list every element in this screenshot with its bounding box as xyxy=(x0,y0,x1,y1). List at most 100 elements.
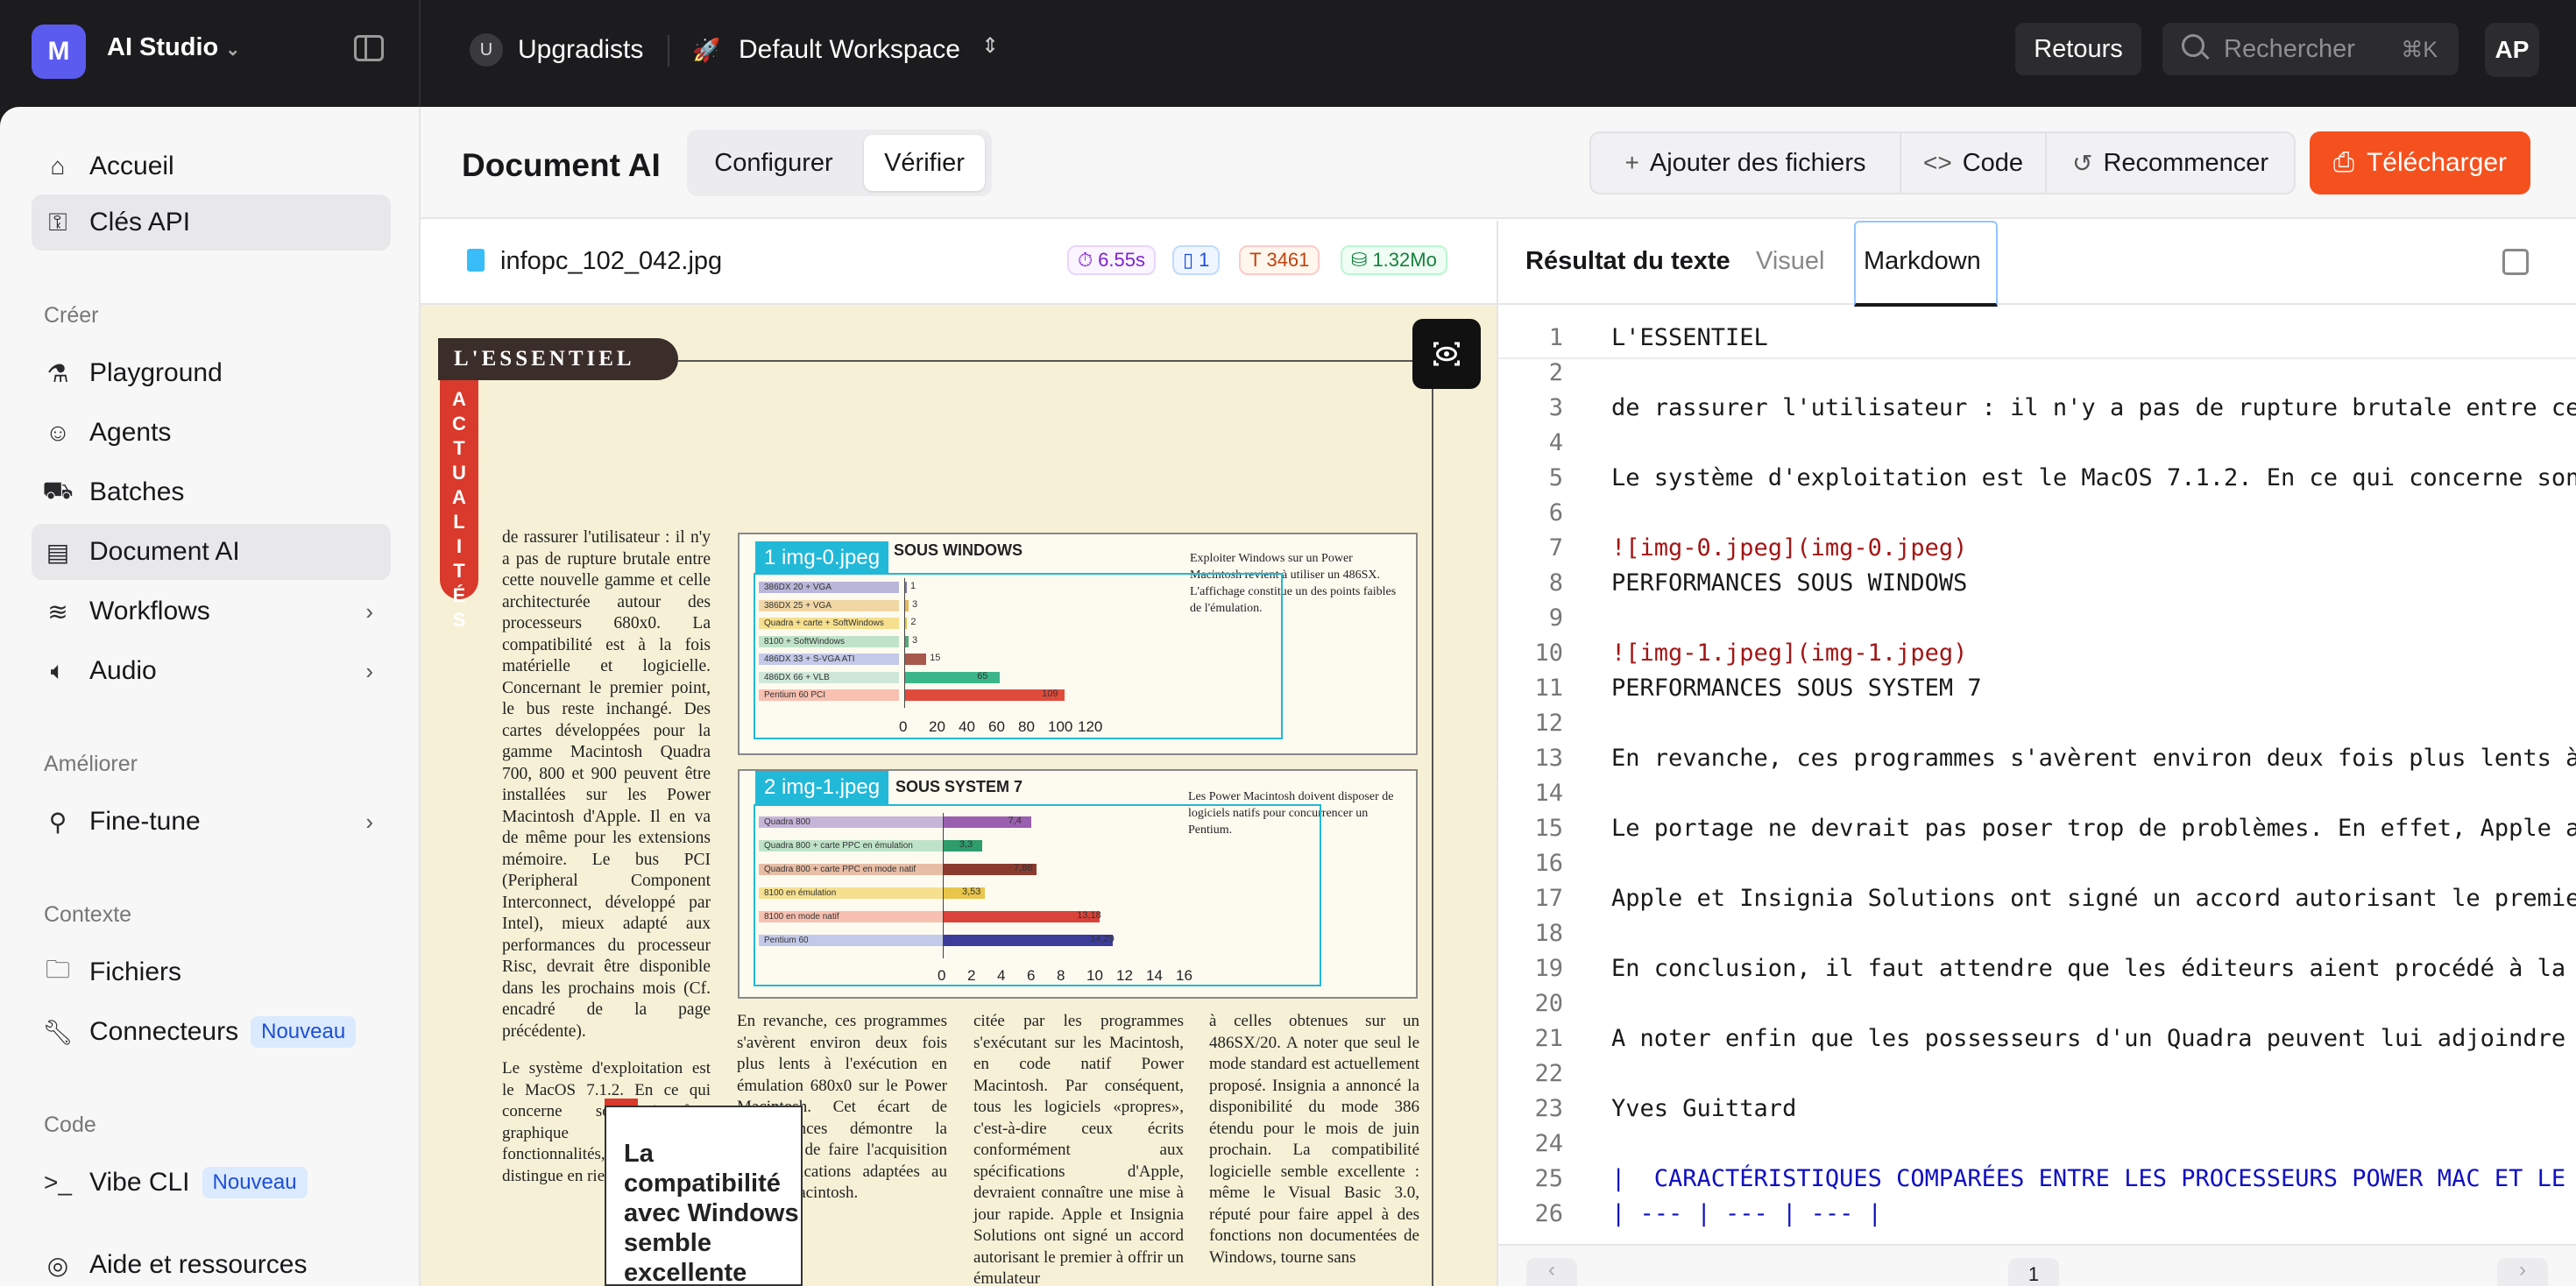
org-avatar[interactable]: U xyxy=(470,33,503,67)
feedback-button[interactable]: Retours xyxy=(2015,23,2141,75)
files-icon: 🗀︎ xyxy=(45,956,70,983)
tab-visual[interactable]: Visuel xyxy=(1756,247,1824,276)
code-line[interactable]: 19 En conclusion, il faut attendre que le… xyxy=(1498,955,2576,990)
doc-column-4: à celles obtenues sur un 486SX/20. A not… xyxy=(1209,1012,1419,1267)
line-number: 9 xyxy=(1548,604,1563,632)
sidebar-item-fine-tune[interactable]: ⚲ Fine-tune › xyxy=(32,794,391,850)
code-line[interactable]: 5 Le système d'exploitation est le MacOS … xyxy=(1498,464,2576,499)
line-number: 6 xyxy=(1548,499,1563,526)
toggle-overlay-button[interactable] xyxy=(1412,319,1481,389)
speaker-icon: 🔈︎ xyxy=(50,656,66,684)
line-number: 3 xyxy=(1548,394,1563,421)
workspace-name[interactable]: Default Workspace xyxy=(739,35,960,65)
sidebar-item-label: Playground xyxy=(89,358,223,387)
sidebar-item-help[interactable]: ◎ Aide et ressources xyxy=(32,1237,391,1286)
download-label: Télécharger xyxy=(2366,148,2508,177)
axis-tick: 2 xyxy=(967,967,976,984)
tab-text-result[interactable]: Résultat du texte xyxy=(1525,247,1730,276)
tab-markdown[interactable]: Markdown xyxy=(1864,247,1981,276)
markdown-editor[interactable]: 1 L'ESSENTIEL 2 3 de rassurer l'utilisateur … xyxy=(1498,307,2576,1244)
next-page-button[interactable]: › xyxy=(2497,1258,2548,1286)
code-line[interactable]: 24 xyxy=(1498,1130,2576,1165)
code-button[interactable]: <> Code xyxy=(1901,133,2047,193)
search-input[interactable]: Rechercher ⌘K xyxy=(2162,23,2459,75)
code-line[interactable]: 2 xyxy=(1498,359,2576,394)
sidebar-item-label: Batches xyxy=(89,477,185,506)
sidebar-item-api-keys[interactable]: ⚿ Clés API xyxy=(32,194,391,251)
copy-icon[interactable] xyxy=(2502,249,2529,275)
code-line[interactable]: 8 PERFORMANCES SOUS WINDOWS xyxy=(1498,569,2576,604)
database-icon: ⛁ xyxy=(1351,249,1368,271)
tab-configure[interactable]: Configurer xyxy=(692,135,855,191)
code-line[interactable]: 4 xyxy=(1498,429,2576,464)
code-line[interactable]: 9 xyxy=(1498,604,2576,639)
eye-scan-icon xyxy=(1433,342,1460,366)
code-line[interactable]: 23 Yves Guittard xyxy=(1498,1095,2576,1130)
bar xyxy=(904,654,927,665)
bar-value: 3 xyxy=(912,598,918,610)
org-name[interactable]: Upgradists xyxy=(518,35,643,65)
code-line[interactable]: 1 L'ESSENTIEL xyxy=(1498,324,2576,359)
sidebar-item-label: Aide et ressources xyxy=(89,1250,308,1279)
restart-button[interactable]: ↺ Recommencer xyxy=(2047,133,2294,193)
bar-value: 3,3 xyxy=(959,839,973,850)
code-line[interactable]: 21 A noter enfin que les possesseurs d'un… xyxy=(1498,1025,2576,1060)
sidebar-toggle-icon[interactable] xyxy=(354,35,384,61)
code-line[interactable]: 7 ![img-0.jpeg](img-0.jpeg) xyxy=(1498,534,2576,569)
code-line[interactable]: 20 xyxy=(1498,990,2576,1025)
pullquote-text: La compatibilité avec Windows semble exc… xyxy=(624,1140,799,1286)
app-title[interactable]: AI Studio ⌄ xyxy=(107,33,240,62)
sidebar-item-agents[interactable]: ☺ Agents xyxy=(32,405,391,461)
bar-label: Quadra 800 + carte PPC en émulation xyxy=(759,840,943,851)
tab-verify[interactable]: Vérifier xyxy=(864,135,985,191)
file-icon xyxy=(467,249,485,272)
code-line[interactable]: 14 xyxy=(1498,780,2576,815)
sidebar-item-connectors[interactable]: 🔧︎ Connecteurs Nouveau xyxy=(32,1004,391,1060)
prev-page-button[interactable]: ‹ xyxy=(1526,1258,1577,1286)
code-line[interactable]: 26 | --- | --- | --- | xyxy=(1498,1200,2576,1235)
line-text: En conclusion, il faut attendre que les … xyxy=(1611,955,2576,982)
bar-label: 386DX 25 + VGA xyxy=(759,599,899,611)
sidebar-item-vibe-cli[interactable]: >_ Vibe CLI Nouveau xyxy=(32,1155,391,1211)
code-line[interactable]: 12 xyxy=(1498,710,2576,745)
sidebar-item-audio[interactable]: 🔈︎ Audio › xyxy=(32,643,391,699)
chevron-right-icon: › xyxy=(365,597,373,625)
code-line[interactable]: 3 de rassurer l'utilisateur : il n'y a pa… xyxy=(1498,394,2576,429)
user-avatar[interactable]: AP xyxy=(2485,23,2539,77)
sidebar-item-document-ai[interactable]: ▤ Document AI xyxy=(32,524,391,580)
add-files-button[interactable]: + Ajouter des fichiers xyxy=(1591,133,1901,193)
axis-tick: 10 xyxy=(1086,967,1103,984)
download-button[interactable]: ⎙ Télécharger xyxy=(2310,131,2530,194)
code-line[interactable]: 11 PERFORMANCES SOUS SYSTEM 7 xyxy=(1498,675,2576,710)
sidebar-item-batches[interactable]: ⛟ Batches xyxy=(32,464,391,520)
sidebar-item-files[interactable]: 🗀︎ Fichiers xyxy=(32,944,391,1000)
code-line[interactable]: 6 xyxy=(1498,499,2576,534)
bar-value: 3,53 xyxy=(962,887,981,897)
doc-rule-vertical xyxy=(1432,360,1433,1286)
sidebar-item-playground[interactable]: ⚗ Playground xyxy=(32,345,391,401)
new-badge: Nouveau xyxy=(202,1167,308,1198)
code-line[interactable]: 10 ![img-1.jpeg](img-1.jpeg) xyxy=(1498,639,2576,675)
time-value: 6.55s xyxy=(1098,249,1145,271)
code-line[interactable]: 25 | CARACTÉRISTIQUES COMPARÉES ENTRE LES… xyxy=(1498,1165,2576,1200)
code-line[interactable]: 16 xyxy=(1498,850,2576,885)
code-line[interactable]: 15 Le portage ne devrait pas poser trop d… xyxy=(1498,815,2576,850)
doc-side-text: ACTUALITÉS xyxy=(440,387,478,632)
sidebar-item-home[interactable]: ⌂ Accueil xyxy=(32,138,391,194)
bar-label: Quadra 800 + carte PPC en mode natif xyxy=(759,864,943,875)
pagination-bar: ‹ 1 › xyxy=(1498,1244,2576,1286)
axis-tick: 20 xyxy=(929,718,945,735)
line-text: ![img-0.jpeg](img-0.jpeg) xyxy=(1611,534,1968,562)
page-number[interactable]: 1 xyxy=(2008,1258,2059,1286)
text-icon: T xyxy=(1249,249,1262,271)
side-label-letter: L xyxy=(453,511,465,533)
add-files-label: Ajouter des fichiers xyxy=(1649,148,1866,177)
app-logo-icon[interactable]: M xyxy=(32,25,86,79)
code-line[interactable]: 18 xyxy=(1498,920,2576,955)
code-line[interactable]: 17 Apple et Insignia Solutions ont signé … xyxy=(1498,885,2576,920)
line-text: A noter enfin que les possesseurs d'un Q… xyxy=(1611,1025,2576,1052)
code-line[interactable]: 22 xyxy=(1498,1060,2576,1095)
sidebar-item-workflows[interactable]: ≋ Workflows › xyxy=(32,583,391,639)
chevron-updown-icon[interactable]: ⇕ xyxy=(981,33,999,59)
code-line[interactable]: 13 En revanche, ces programmes s'avèrent … xyxy=(1498,745,2576,780)
